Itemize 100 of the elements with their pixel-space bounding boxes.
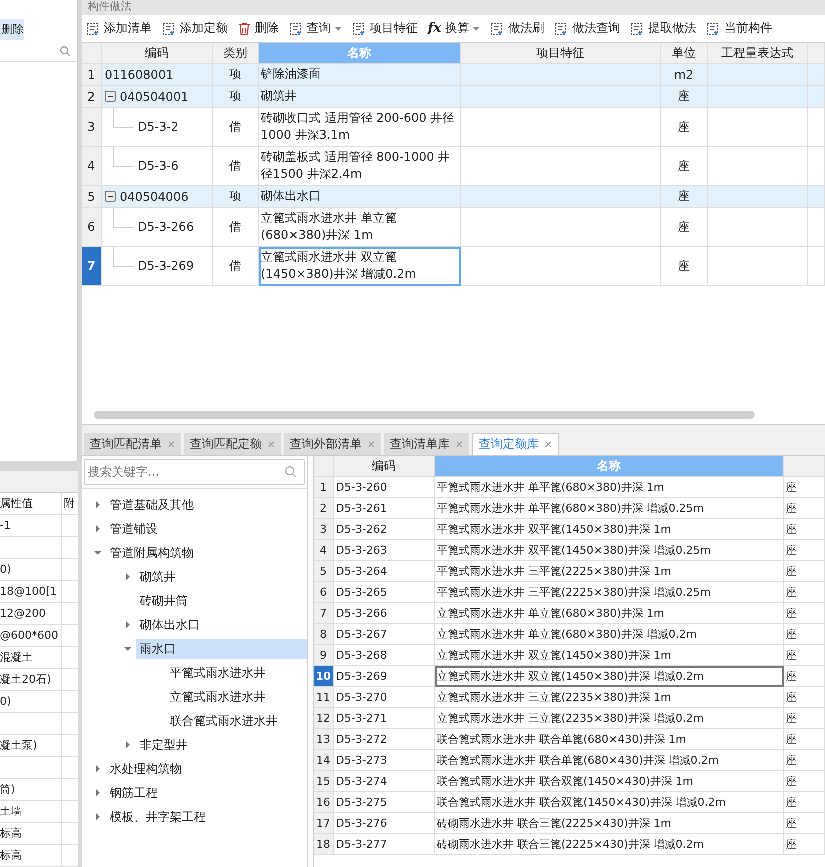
tree-item[interactable]: 管道基础及其他 (106, 495, 198, 515)
query-tab[interactable]: 查询清单库 (384, 433, 469, 455)
row-number[interactable]: 7 (314, 603, 334, 624)
name-cell: 立篦式雨水进水井 单立篦(680×380)井深 增减0.2m (435, 624, 784, 645)
document-icon (706, 22, 720, 36)
caret-right-icon[interactable] (94, 501, 102, 509)
toolbar-button[interactable]: 做法刷 (486, 20, 548, 37)
tree-item[interactable]: 平篦式雨水进水井 (166, 663, 270, 683)
row-number[interactable]: 7 (82, 247, 102, 286)
toolbar-button[interactable]: 删除 (234, 20, 283, 37)
horizontal-scrollbar[interactable] (94, 411, 755, 419)
query-tab[interactable]: 查询匹配定额 (184, 433, 281, 455)
search-icon (285, 466, 297, 478)
row-number[interactable]: 5 (82, 186, 102, 208)
code-cell: D5-3-265 (334, 582, 435, 603)
query-tab[interactable]: 查询定额库 (472, 433, 559, 455)
caret-right-icon[interactable] (124, 621, 132, 629)
toolbar-button[interactable]: 添加清单 (82, 20, 156, 37)
code-cell: D5-3-274 (334, 771, 435, 792)
name-cell: 联合篦式雨水进水井 联合双篦(1450×430)井深 增减0.2m (435, 792, 784, 813)
collapse-icon[interactable] (105, 91, 116, 102)
caret-right-icon[interactable] (94, 525, 102, 533)
toolbar-button[interactable]: fx 换算 (424, 20, 484, 37)
unit-cell: 座 (784, 477, 825, 498)
row-number[interactable]: 4 (82, 147, 102, 186)
caret-right-icon[interactable] (124, 573, 132, 581)
close-icon[interactable] (545, 441, 552, 448)
code-cell: D5-3-276 (334, 813, 435, 834)
unit-cell: 座 (784, 750, 825, 771)
property-value: 土墙 (0, 801, 62, 822)
row-number[interactable]: 2 (314, 498, 334, 519)
tree-item[interactable]: 砌体出水口 (136, 615, 204, 635)
query-tab[interactable]: 查询匹配清单 (84, 433, 181, 455)
search-field[interactable]: 搜索关键字... (84, 459, 305, 485)
toolbar-button[interactable]: 当前构件 (702, 20, 776, 37)
tree-item[interactable]: 雨水口 (136, 639, 307, 659)
row-number[interactable]: 3 (314, 519, 334, 540)
code-cell: D5-3-260 (334, 477, 435, 498)
row-number[interactable]: 16 (314, 792, 334, 813)
caret-right-icon[interactable] (94, 765, 102, 773)
tree-item[interactable]: 钢筋工程 (106, 783, 162, 803)
row-number[interactable]: 2 (82, 86, 102, 108)
caret-right-icon[interactable] (94, 789, 102, 797)
property-value: 标高 (0, 823, 62, 844)
document-icon (352, 22, 366, 36)
row-number[interactable]: 12 (314, 708, 334, 729)
row-number[interactable]: 6 (82, 208, 102, 247)
caret-right-icon[interactable] (94, 813, 102, 821)
row-number[interactable]: 6 (314, 582, 334, 603)
row-number[interactable]: 10 (314, 666, 334, 687)
tree-item[interactable]: 模板、井字架工程 (106, 807, 210, 827)
tree-connector-line (113, 108, 134, 128)
row-number[interactable]: 1 (82, 64, 102, 86)
document-icon (289, 22, 303, 36)
row-number[interactable]: 1 (314, 477, 334, 498)
toolbar-button[interactable]: 做法查询 (550, 20, 624, 37)
trash-icon (238, 22, 251, 36)
tree-item[interactable]: 砖砌井筒 (136, 591, 192, 611)
name-cell: 联合篦式雨水进水井 联合单篦(680×430)井深 增减0.2m (435, 750, 784, 771)
document-icon (162, 22, 176, 36)
row-number[interactable]: 3 (82, 108, 102, 147)
name-cell: 联合篦式雨水进水井 联合双篦(1450×430)井深 1m (435, 771, 784, 792)
unit-cell: 座 (784, 519, 825, 540)
collapse-icon[interactable] (105, 191, 116, 202)
tree-item[interactable]: 管道铺设 (106, 519, 162, 539)
code-cell: D5-3-268 (334, 645, 435, 666)
caret-right-icon[interactable] (124, 741, 132, 749)
name-cell: 立篦式雨水进水井 双立篦(1450×380)井深 增减0.2m (259, 247, 461, 286)
query-tab[interactable]: 查询外部清单 (284, 433, 381, 455)
property-value: 凝土20石) (0, 669, 62, 690)
tree-item[interactable]: 管道附属构筑物 (106, 543, 198, 563)
document-icon (630, 22, 644, 36)
unit-cell: 座 (784, 771, 825, 792)
toolbar-button[interactable]: 提取做法 (626, 20, 700, 37)
property-value: 0) (0, 691, 62, 712)
row-number[interactable]: 14 (314, 750, 334, 771)
toolbar-button[interactable]: 添加定额 (158, 20, 232, 37)
caret-down-icon[interactable] (94, 549, 102, 557)
caret-down-icon[interactable] (124, 645, 132, 653)
row-number[interactable]: 18 (314, 834, 334, 855)
name-cell: 砖砌雨水进水井 联合三篦(2225×430)井深 1m (435, 813, 784, 834)
row-number[interactable]: 13 (314, 729, 334, 750)
delete-button[interactable]: 删除 (0, 19, 24, 40)
tree-item[interactable]: 非定型井 (136, 735, 192, 755)
tree-item[interactable]: 水处理构筑物 (106, 759, 186, 779)
row-number[interactable]: 5 (314, 561, 334, 582)
row-number[interactable]: 11 (314, 687, 334, 708)
toolbar-button[interactable]: 项目特征 (348, 20, 422, 37)
tree-item[interactable]: 联合篦式雨水进水井 (166, 711, 282, 731)
row-number[interactable]: 17 (314, 813, 334, 834)
tree-item[interactable]: 立篦式雨水进水井 (166, 687, 270, 707)
tree-item[interactable]: 砌筑井 (136, 567, 180, 587)
code-cell: D5-3-277 (334, 834, 435, 855)
row-number[interactable]: 4 (314, 540, 334, 561)
unit-cell: 座 (784, 813, 825, 834)
toolbar-button[interactable]: 查询 (285, 20, 346, 37)
row-number[interactable]: 8 (314, 624, 334, 645)
row-number[interactable]: 15 (314, 771, 334, 792)
code-text: 040504006 (120, 190, 189, 204)
row-number[interactable]: 9 (314, 645, 334, 666)
